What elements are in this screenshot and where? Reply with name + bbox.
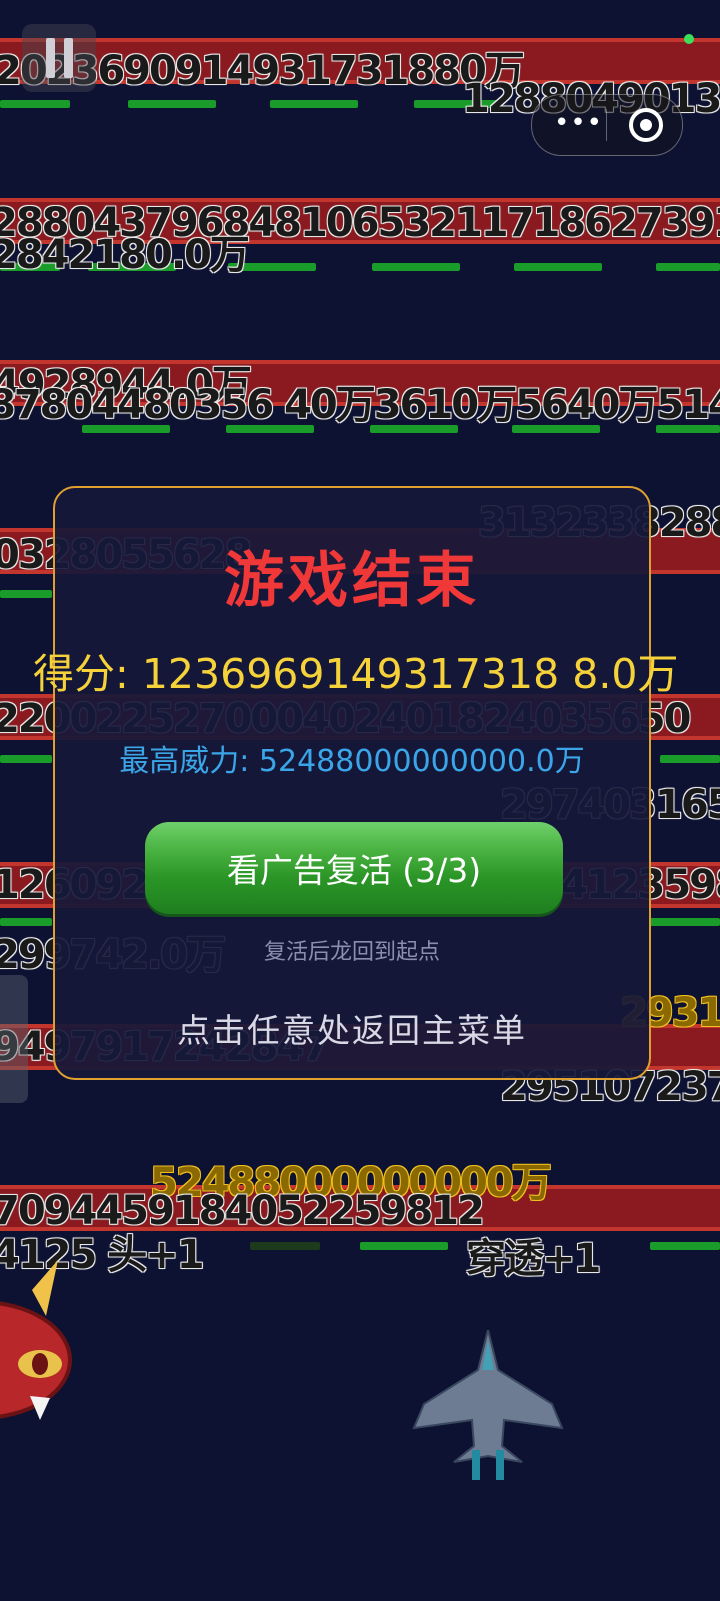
- dragon-head-icon: [0, 1260, 72, 1420]
- close-miniprogram-icon[interactable]: [629, 108, 663, 142]
- health-bar: [250, 1242, 320, 1250]
- health-bar: [514, 263, 602, 271]
- health-bar: [650, 918, 720, 926]
- health-bar: [360, 1242, 448, 1250]
- watch-ad-revive-button[interactable]: 看广告复活 (3/3): [145, 822, 563, 914]
- more-options-icon[interactable]: •••: [554, 110, 603, 136]
- revive-hint: 复活后龙回到起点: [263, 940, 440, 965]
- powerup-text: 穿透+1: [466, 1236, 601, 1282]
- damage-number: 2842180.0万: [0, 232, 250, 278]
- return-to-menu-hint[interactable]: 点击任意处返回主菜单: [55, 1004, 649, 1052]
- health-bar: [372, 263, 460, 271]
- mini-program-capsule: •••: [531, 94, 683, 156]
- health-bar: [660, 755, 720, 763]
- health-bar: [650, 1242, 720, 1250]
- capsule-divider: [606, 109, 607, 141]
- game-over-title: 游戏结束: [224, 546, 480, 616]
- damage-number: 87804480356 40万3610万5640万5140: [0, 382, 720, 428]
- pause-icon: [46, 38, 55, 78]
- health-bar: [0, 755, 52, 763]
- health-bar: [0, 590, 52, 598]
- health-bar: [0, 100, 70, 108]
- status-indicator: [684, 34, 694, 44]
- max-power: 最高威力: 52488000000000.0万: [119, 744, 585, 779]
- player-plane-icon: [412, 1330, 564, 1480]
- side-drawer-handle[interactable]: [0, 975, 28, 1103]
- health-bar: [128, 100, 216, 108]
- game-over-dialog[interactable]: 游戏结束 得分: 1236969149317318 8.0万 最高威力: 524…: [33, 486, 678, 1080]
- pause-button[interactable]: [22, 24, 96, 92]
- health-bar: [656, 263, 720, 271]
- health-bar: [270, 100, 358, 108]
- final-score: 得分: 1236969149317318 8.0万: [33, 650, 679, 698]
